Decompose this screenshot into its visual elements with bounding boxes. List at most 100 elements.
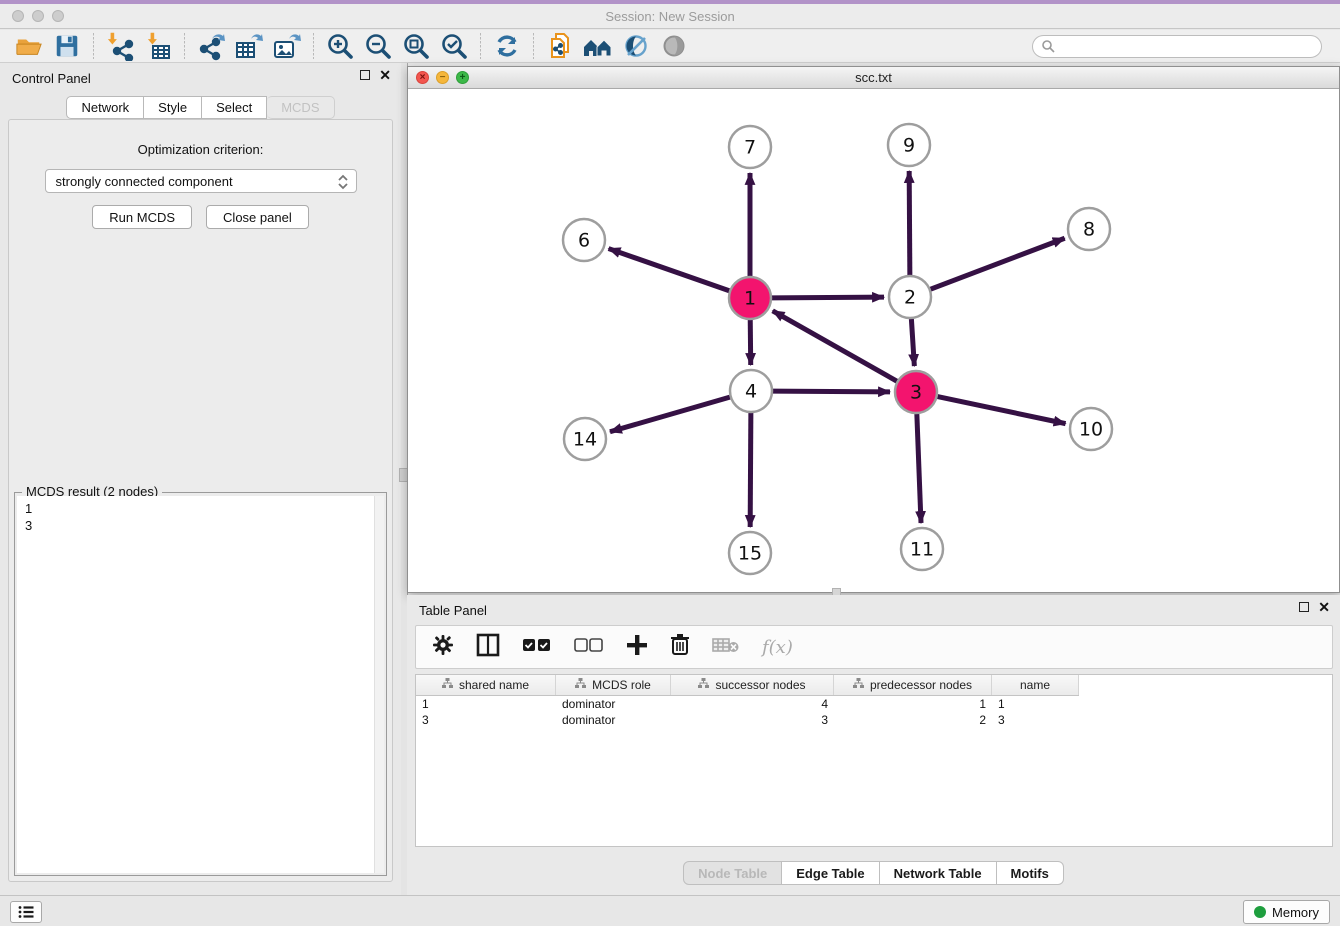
add-row-button[interactable] [626, 634, 648, 661]
node-label: 11 [910, 539, 934, 561]
table-cell[interactable]: 2 [834, 713, 992, 727]
table-cell[interactable]: 1 [416, 697, 556, 711]
node-7[interactable]: 7 [729, 126, 771, 168]
table-cell[interactable]: 1 [992, 697, 1079, 711]
table-cell[interactable]: dominator [556, 713, 671, 727]
node-3[interactable]: 3 [895, 371, 937, 413]
float-table-panel-icon[interactable] [1299, 602, 1309, 612]
deselect-all-button[interactable] [574, 637, 604, 658]
toolbar-separator [480, 33, 481, 59]
edge-1-2[interactable] [772, 297, 884, 298]
table-cell[interactable]: 4 [671, 697, 834, 711]
open-file-button[interactable] [10, 31, 48, 61]
toolbar-separator [184, 33, 185, 59]
tab-node-table[interactable]: Node Table [683, 861, 782, 885]
table-cell[interactable]: 3 [671, 713, 834, 727]
node-10[interactable]: 10 [1070, 408, 1112, 450]
optimization-select[interactable]: strongly connected component [45, 169, 357, 193]
edge-4-14[interactable] [610, 397, 730, 432]
style-toggle-button[interactable] [617, 31, 655, 61]
tab-edge-table[interactable]: Edge Table [782, 861, 879, 885]
zoom-in-button[interactable] [321, 31, 359, 61]
network-titlebar[interactable]: × − + scc.txt [408, 67, 1339, 89]
table-cell[interactable]: 1 [834, 697, 992, 711]
hierarchy-icon [698, 678, 709, 692]
edge-3-1[interactable] [773, 311, 897, 381]
node-8[interactable]: 8 [1068, 208, 1110, 250]
network-graph: 7 9 6 8 1 2 4 3 14 10 15 11 [408, 89, 1339, 592]
tab-mcds[interactable]: MCDS [267, 96, 334, 119]
export-table-button[interactable] [230, 31, 268, 61]
zoom-out-button[interactable] [359, 31, 397, 61]
node-6[interactable]: 6 [563, 219, 605, 261]
network-view-window: × − + scc.txt 7 9 6 8 1 2 4 3 14 10 15 11 [407, 66, 1340, 593]
table-cell[interactable]: 3 [416, 713, 556, 727]
show-hide-view-button[interactable] [655, 31, 693, 61]
mcds-result-textarea[interactable]: 1 3 [17, 496, 374, 873]
tab-style[interactable]: Style [144, 96, 202, 119]
export-network-button[interactable] [192, 31, 230, 61]
node-label: 10 [1079, 419, 1103, 441]
table-cell[interactable]: 3 [992, 713, 1079, 727]
houses-icon [582, 31, 614, 61]
close-panel-icon[interactable]: ✕ [379, 70, 391, 80]
toggle-columns-button[interactable] [476, 633, 500, 662]
zoom-selected-button[interactable] [435, 31, 473, 61]
task-history-button[interactable] [10, 901, 42, 923]
edge-3-11[interactable] [917, 414, 921, 523]
node-14[interactable]: 14 [564, 418, 606, 460]
function-builder-button[interactable]: f(x) [762, 637, 793, 658]
delete-table-button[interactable] [712, 636, 740, 659]
table-settings-button[interactable] [432, 634, 454, 661]
delete-row-button[interactable] [670, 633, 690, 661]
zoom-fit-button[interactable] [397, 31, 435, 61]
tab-network[interactable]: Network [66, 96, 144, 119]
edge-4-15[interactable] [750, 413, 751, 527]
close-panel-button[interactable]: Close panel [206, 205, 309, 229]
save-session-button[interactable] [48, 31, 86, 61]
node-label: 2 [904, 287, 916, 309]
column-header-name[interactable]: name [992, 675, 1079, 695]
node-label: 8 [1083, 219, 1095, 241]
node-11[interactable]: 11 [901, 528, 943, 570]
table-row[interactable]: 3dominator323 [416, 712, 1332, 728]
node-9[interactable]: 9 [888, 124, 930, 166]
column-header-shared-name[interactable]: shared name [416, 675, 556, 695]
edge-2-9[interactable] [909, 171, 910, 275]
column-header-successor-nodes[interactable]: successor nodes [671, 675, 834, 695]
refresh-view-button[interactable] [488, 31, 526, 61]
edge-4-3[interactable] [773, 391, 890, 392]
node-1[interactable]: 1 [729, 277, 771, 319]
columns-icon [476, 633, 500, 657]
memory-button[interactable]: Memory [1243, 900, 1330, 924]
edge-2-8[interactable] [931, 238, 1065, 289]
import-table-button[interactable] [139, 31, 177, 61]
tab-motifs[interactable]: Motifs [997, 861, 1064, 885]
close-table-panel-icon[interactable]: ✕ [1318, 602, 1330, 612]
table-row[interactable]: 1dominator411 [416, 696, 1332, 712]
run-mcds-button[interactable]: Run MCDS [92, 205, 192, 229]
edge-3-10[interactable] [938, 397, 1066, 424]
edge-1-6[interactable] [609, 249, 730, 291]
clone-network-button[interactable] [541, 31, 579, 61]
tab-select[interactable]: Select [202, 96, 267, 119]
import-network-button[interactable] [101, 31, 139, 61]
node-15[interactable]: 15 [729, 532, 771, 574]
toolbar-separator [533, 33, 534, 59]
node-table[interactable]: shared nameMCDS rolesuccessor nodesprede… [415, 674, 1333, 847]
column-header-MCDS-role[interactable]: MCDS role [556, 675, 671, 695]
column-header-predecessor-nodes[interactable]: predecessor nodes [834, 675, 992, 695]
export-image-button[interactable] [268, 31, 306, 61]
node-4[interactable]: 4 [730, 370, 772, 412]
node-2[interactable]: 2 [889, 276, 931, 318]
network-canvas[interactable]: 7 9 6 8 1 2 4 3 14 10 15 11 [408, 89, 1339, 592]
table-cell[interactable]: dominator [556, 697, 671, 711]
float-panel-icon[interactable] [360, 70, 370, 80]
select-all-button[interactable] [522, 637, 552, 658]
tab-network-table[interactable]: Network Table [880, 861, 997, 885]
result-scrollbar[interactable] [374, 496, 384, 873]
edge-2-3[interactable] [911, 319, 914, 366]
network-overview-button[interactable] [579, 31, 617, 61]
zoom-out-icon [363, 31, 393, 61]
search-input[interactable] [1032, 35, 1322, 58]
